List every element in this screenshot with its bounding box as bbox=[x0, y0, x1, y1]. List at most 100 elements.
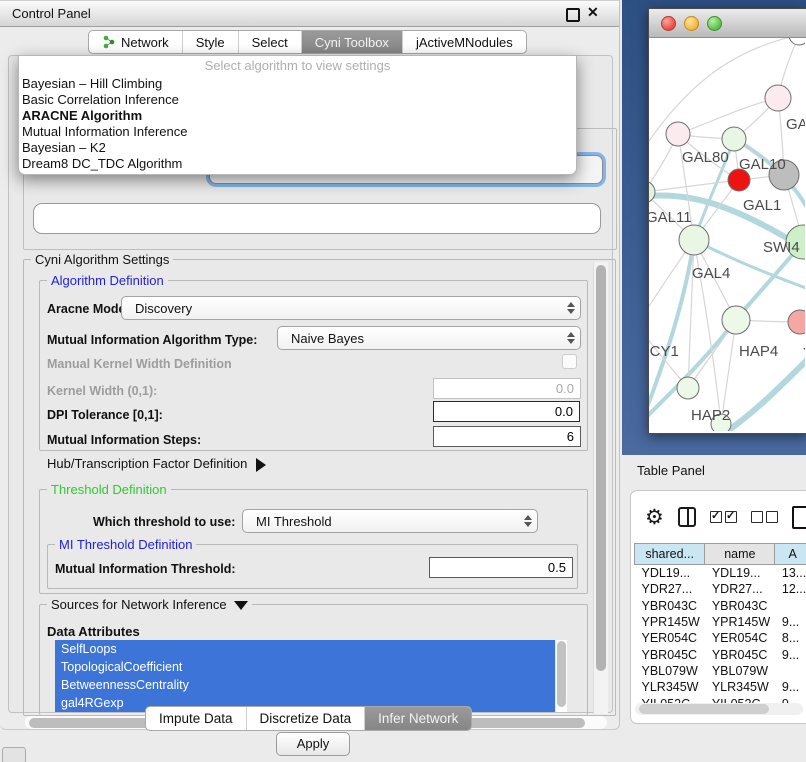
close-traffic-light-icon[interactable] bbox=[661, 16, 676, 31]
table-row[interactable]: YER054CYER054C8... bbox=[635, 630, 806, 646]
screen: Control Panel ✕ Network StyleSelect Cyni T… bbox=[0, 0, 806, 762]
node-label: GCY1 bbox=[649, 343, 679, 360]
collapsed-panel-button[interactable] bbox=[2, 747, 26, 762]
network-edge bbox=[649, 240, 694, 431]
spinner-arrows-icon bbox=[519, 515, 537, 527]
apply-button[interactable]: Apply bbox=[276, 732, 350, 756]
column-header[interactable]: A bbox=[775, 544, 806, 565]
column-header[interactable]: shared... bbox=[635, 544, 705, 565]
network-node[interactable] bbox=[789, 38, 805, 45]
manual-kernel-label: Manual Kernel Width Definition bbox=[47, 357, 232, 371]
node-label: SWI4 bbox=[763, 239, 800, 256]
table-header-row: shared...nameA bbox=[635, 544, 806, 565]
attributes-scrollbar[interactable] bbox=[556, 640, 567, 712]
table-cell: YBR043C bbox=[705, 598, 775, 614]
algorithm-option[interactable]: Bayesian – Hill Climbing bbox=[19, 76, 576, 92]
close-icon[interactable]: ✕ bbox=[587, 4, 599, 21]
table-row[interactable]: YBR045CYBR045C9... bbox=[635, 646, 806, 662]
table-cell: 9... bbox=[775, 614, 806, 630]
tab-impute-data[interactable]: Impute Data bbox=[146, 707, 246, 730]
algorithm-definition-title: Algorithm Definition bbox=[47, 273, 168, 288]
table-cell bbox=[775, 598, 806, 614]
table-cell: YDL19... bbox=[635, 565, 705, 582]
minimize-traffic-light-icon[interactable] bbox=[684, 16, 699, 31]
group-title: Cyni Algorithm Settings bbox=[31, 252, 173, 267]
tab-select[interactable]: Select bbox=[238, 31, 301, 53]
float-window-icon[interactable] bbox=[566, 8, 580, 22]
settings-vertical-scrollbar[interactable] bbox=[593, 262, 608, 714]
algorithm-popup-list: Bayesian – Hill ClimbingBasic Correlatio… bbox=[19, 76, 576, 172]
network-canvas[interactable]: GALGAL80GAL10GAL1GAL11SWI4GAL4GCY1HAP4YH… bbox=[649, 38, 805, 431]
tab-label: Cyni Toolbox bbox=[315, 35, 389, 50]
mi-steps-label: Mutual Information Steps: bbox=[47, 433, 201, 447]
select-all-icon[interactable] bbox=[710, 511, 737, 523]
tab-discretize-data[interactable]: Discretize Data bbox=[246, 707, 365, 730]
mi-steps-input[interactable] bbox=[433, 426, 581, 447]
table-cell: 13... bbox=[775, 565, 806, 582]
tab-label: Infer Network bbox=[378, 711, 458, 726]
kernel-width-input[interactable] bbox=[433, 378, 581, 399]
network-window-titlebar bbox=[649, 9, 806, 38]
table-row[interactable]: YLR345WYLR345W9... bbox=[635, 679, 806, 695]
table-cell: YBR045C bbox=[635, 646, 705, 662]
tab-label: Discretize Data bbox=[260, 711, 352, 726]
algorithm-option[interactable]: Mutual Information Inference bbox=[19, 124, 576, 140]
tab-jactivemnodules[interactable]: jActiveMNodules bbox=[402, 31, 526, 53]
node-label: HAP2 bbox=[691, 407, 730, 424]
network-node[interactable] bbox=[679, 225, 709, 255]
tab-style[interactable]: Style bbox=[182, 31, 238, 53]
network-node[interactable] bbox=[765, 85, 791, 111]
node-table: shared...nameA YDL19...YDL19...13...YDR2… bbox=[634, 543, 806, 712]
spinner-arrows-icon bbox=[562, 302, 580, 314]
mi-type-select[interactable]: Naive Bayes bbox=[277, 326, 581, 350]
aracne-mode-select[interactable]: Discovery bbox=[121, 296, 581, 320]
table-cell: YBL079W bbox=[705, 663, 775, 679]
network-node[interactable] bbox=[649, 181, 655, 203]
which-threshold-value: MI Threshold bbox=[243, 514, 519, 529]
sources-title[interactable]: Sources for Network Inference bbox=[47, 597, 252, 612]
network-node[interactable] bbox=[666, 122, 690, 146]
table-horizontal-scrollbar[interactable] bbox=[635, 703, 803, 715]
algorithm-option[interactable]: ARACNE Algorithm bbox=[19, 108, 576, 124]
gear-icon[interactable]: ⚙ bbox=[645, 507, 664, 528]
columns-icon[interactable] bbox=[678, 507, 696, 527]
network-node[interactable] bbox=[788, 310, 805, 334]
zoom-traffic-light-icon[interactable] bbox=[707, 16, 722, 31]
table-cell: YDR27... bbox=[705, 581, 775, 597]
hub-definition-expander[interactable]: Hub/Transcription Factor Definition bbox=[47, 456, 266, 472]
background-text-field[interactable] bbox=[33, 203, 601, 234]
mi-threshold-input[interactable] bbox=[429, 557, 573, 578]
table-row[interactable]: YPR145WYPR145W9... bbox=[635, 614, 806, 630]
algorithm-option[interactable]: Basic Correlation Inference bbox=[19, 92, 576, 108]
aracne-mode-value: Discovery bbox=[122, 301, 562, 316]
tab-network[interactable]: Network bbox=[89, 31, 182, 53]
attribute-item[interactable]: TopologicalCoefficient bbox=[55, 658, 555, 676]
algorithm-option[interactable]: Bayesian – K2 bbox=[19, 140, 576, 156]
control-panel-titlebar: Control Panel ✕ bbox=[0, 0, 619, 27]
data-attributes-list[interactable]: SelfLoopsTopologicalCoefficientBetweenne… bbox=[55, 640, 555, 712]
column-header[interactable]: name bbox=[705, 544, 775, 565]
export-icon[interactable] bbox=[792, 506, 806, 529]
hub-definition-label: Hub/Transcription Factor Definition bbox=[47, 456, 247, 471]
table-row[interactable]: YBL079WYBL079W bbox=[635, 663, 806, 679]
table-cell bbox=[775, 663, 806, 679]
deselect-all-icon[interactable] bbox=[751, 511, 778, 523]
threshold-definition-title: Threshold Definition bbox=[47, 482, 171, 497]
manual-kernel-checkbox[interactable] bbox=[562, 354, 577, 369]
tab-label: Network bbox=[121, 35, 169, 50]
network-node[interactable] bbox=[677, 377, 699, 399]
table-cell: YBR043C bbox=[635, 598, 705, 614]
table-cell: YER054C bbox=[705, 630, 775, 646]
tab-infer-network[interactable]: Infer Network bbox=[364, 707, 471, 730]
algorithm-option[interactable]: Dream8 DC_TDC Algorithm bbox=[19, 156, 576, 172]
dpi-tolerance-input[interactable] bbox=[433, 401, 580, 422]
table-row[interactable]: YDR27...YDR27...12... bbox=[635, 581, 806, 597]
table-row[interactable]: YBR043CYBR043C bbox=[635, 598, 806, 614]
network-node[interactable] bbox=[722, 127, 746, 151]
tab-cyni-toolbox[interactable]: Cyni Toolbox bbox=[301, 31, 402, 53]
attribute-item[interactable]: BetweennessCentrality bbox=[55, 676, 555, 694]
table-row[interactable]: YDL19...YDL19...13... bbox=[635, 565, 806, 582]
network-node[interactable] bbox=[722, 306, 750, 334]
which-threshold-select[interactable]: MI Threshold bbox=[242, 509, 538, 533]
attribute-item[interactable]: SelfLoops bbox=[55, 640, 555, 658]
